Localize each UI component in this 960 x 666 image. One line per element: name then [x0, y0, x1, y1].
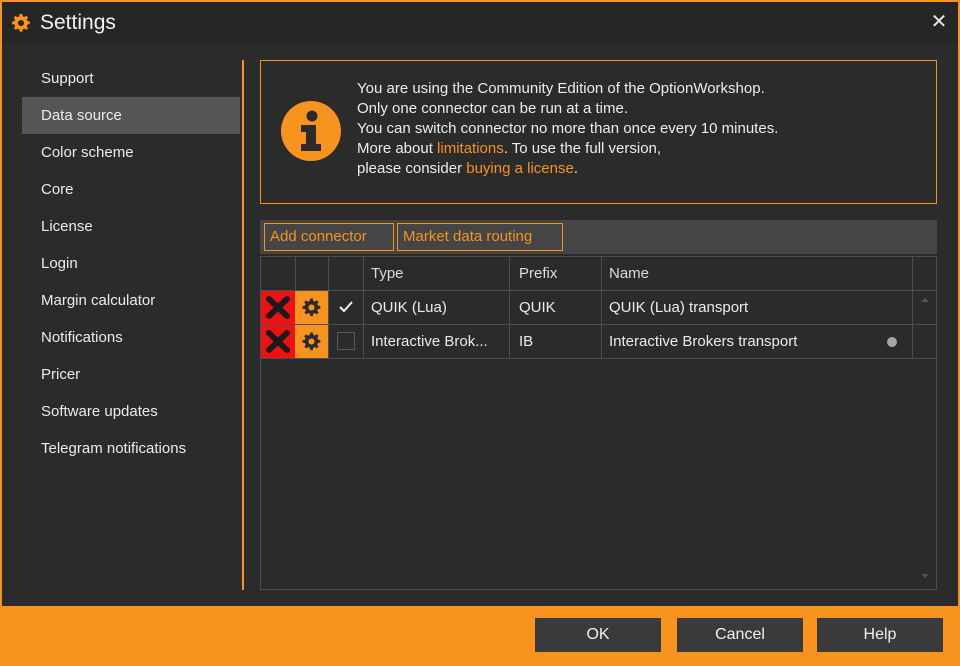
- column-divider: [328, 325, 329, 358]
- community-edition-notice: You are using the Community Edition of t…: [260, 60, 937, 204]
- sidebar-item-support[interactable]: Support: [22, 60, 240, 97]
- ok-button[interactable]: OK: [535, 618, 661, 652]
- title-bar[interactable]: Settings ✕: [2, 2, 958, 44]
- delete-x-icon: [266, 330, 290, 353]
- table-row[interactable]: Interactive Brok... IB Interactive Broke…: [261, 325, 936, 359]
- column-divider: [509, 325, 510, 358]
- table-row[interactable]: QUIK (Lua) QUIK QUIK (Lua) transport: [261, 291, 936, 325]
- sidebar-item-core[interactable]: Core: [22, 171, 240, 208]
- column-divider: [328, 291, 329, 324]
- connection-status-dot: [887, 337, 897, 347]
- settings-sidebar: Support Data source Color scheme Core Li…: [22, 60, 240, 467]
- connector-type: QUIK (Lua): [371, 299, 447, 316]
- sidebar-item-pricer[interactable]: Pricer: [22, 356, 240, 393]
- checkmark-icon: [339, 301, 353, 313]
- column-divider: [295, 257, 296, 290]
- add-connector-button[interactable]: Add connector: [264, 223, 394, 251]
- dialog-footer: OK Cancel Help: [2, 606, 958, 666]
- gear-icon: [302, 332, 321, 351]
- column-divider: [328, 257, 329, 290]
- column-header-prefix[interactable]: Prefix: [511, 257, 599, 290]
- notice-text-fragment: . To use the full version,: [503, 140, 662, 157]
- column-header-name[interactable]: Name: [601, 257, 911, 290]
- sidebar-item-telegram-notifications[interactable]: Telegram notifications: [22, 430, 240, 467]
- market-data-routing-button[interactable]: Market data routing: [397, 223, 563, 251]
- notice-text-fragment: please consider: [357, 160, 467, 177]
- delete-connector-button[interactable]: [261, 291, 295, 324]
- window-title: Settings: [40, 11, 116, 34]
- connector-name: Interactive Brokers transport: [609, 333, 798, 350]
- enabled-checkbox[interactable]: [337, 298, 355, 316]
- configure-connector-button[interactable]: [295, 325, 328, 358]
- column-divider: [509, 257, 510, 290]
- settings-window: Settings ✕ Support Data source Color sch…: [0, 0, 960, 666]
- sidebar-item-data-source[interactable]: Data source: [22, 97, 240, 134]
- notice-text-fragment: .: [573, 160, 578, 177]
- configure-connector-button[interactable]: [295, 291, 328, 324]
- delete-connector-button[interactable]: [261, 325, 295, 358]
- sidebar-item-margin-calculator[interactable]: Margin calculator: [22, 282, 240, 319]
- column-header-type[interactable]: Type: [363, 257, 509, 290]
- delete-x-icon: [266, 296, 290, 319]
- connector-type: Interactive Brok...: [371, 333, 488, 350]
- gear-icon: [12, 14, 30, 32]
- sidebar-item-software-updates[interactable]: Software updates: [22, 393, 240, 430]
- close-button[interactable]: ✕: [928, 11, 950, 33]
- enabled-checkbox[interactable]: [337, 332, 355, 350]
- connector-name: QUIK (Lua) transport: [609, 299, 749, 316]
- notice-line: More about limitations. To use the full …: [357, 139, 778, 159]
- column-divider: [912, 325, 913, 358]
- limitations-link[interactable]: limitations: [437, 140, 504, 157]
- notice-text: You are using the Community Edition of t…: [357, 79, 778, 179]
- grid-header: Type Prefix Name: [261, 257, 936, 291]
- gear-icon: [302, 298, 321, 317]
- sidebar-item-login[interactable]: Login: [22, 245, 240, 282]
- notice-line: You can switch connector no more than on…: [357, 120, 779, 137]
- sidebar-item-color-scheme[interactable]: Color scheme: [22, 134, 240, 171]
- cancel-button[interactable]: Cancel: [677, 618, 803, 652]
- scroll-up-arrow-icon[interactable]: [919, 295, 931, 305]
- info-icon: [281, 101, 341, 161]
- sidebar-item-license[interactable]: License: [22, 208, 240, 245]
- connector-prefix: QUIK: [519, 299, 556, 316]
- notice-text-fragment: More about: [357, 140, 438, 157]
- sidebar-item-notifications[interactable]: Notifications: [22, 319, 240, 356]
- help-button[interactable]: Help: [817, 618, 943, 652]
- notice-line: You are using the Community Edition of t…: [357, 80, 765, 97]
- column-divider: [912, 257, 913, 290]
- connector-toolbar: Add connector Market data routing: [260, 220, 937, 254]
- column-divider: [912, 291, 913, 324]
- sidebar-divider: [242, 60, 244, 590]
- notice-line: Only one connector can be run at a time.: [357, 100, 628, 117]
- column-divider: [509, 291, 510, 324]
- buy-license-link[interactable]: buying a license: [466, 160, 574, 177]
- notice-line: please consider buying a license.: [357, 159, 778, 179]
- connector-prefix: IB: [519, 333, 534, 350]
- connectors-grid: Type Prefix Name QUIK (Lua) QUIK QUIK (L…: [260, 256, 937, 590]
- scroll-down-arrow-icon[interactable]: [919, 571, 931, 581]
